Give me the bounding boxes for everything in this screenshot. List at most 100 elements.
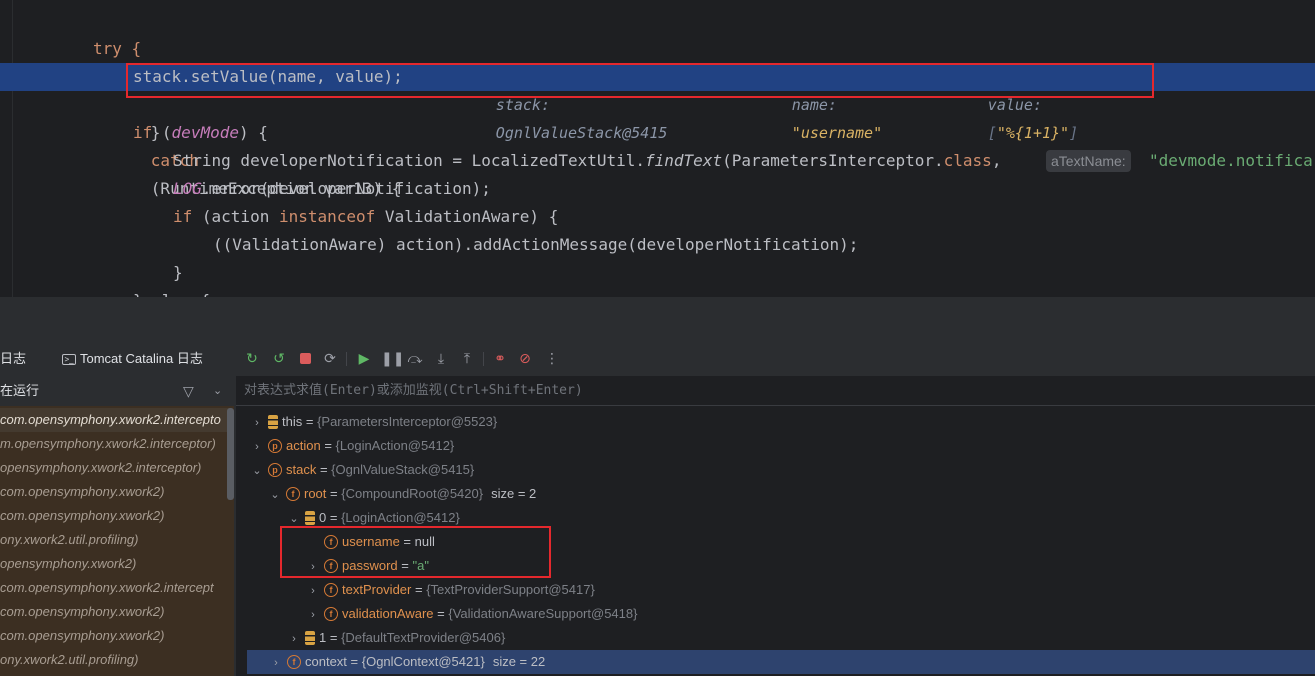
variable-type: {ParametersInterceptor@5523} (317, 414, 498, 429)
equals-sign: = (346, 654, 362, 669)
code-line-add-message[interactable]: ((ValidationAware) action).addActionMess… (0, 231, 1315, 259)
frame-item[interactable]: com.opensymphony.xwork2.intercepto (0, 408, 230, 432)
frame-item[interactable]: ony.xwork2.util.profiling) (0, 528, 230, 552)
mute-breakpoints-icon[interactable]: ⊘ (516, 350, 534, 368)
frame-item[interactable]: com.opensymphony.xwork2) (0, 480, 230, 504)
variable-row-username[interactable]: f username = null (306, 530, 435, 554)
variable-row-text-provider[interactable]: › f textProvider = {TextProviderSupport@54… (306, 578, 595, 602)
filter-icon[interactable]: ▽ (183, 376, 194, 406)
toolbar-separator (346, 352, 347, 366)
frame-item[interactable]: opensymphony.xwork2.interceptor) (0, 456, 230, 480)
chevron-right-icon[interactable]: › (250, 411, 264, 435)
chevron-right-icon[interactable]: › (287, 627, 301, 651)
chevron-down-icon[interactable]: ⌄ (287, 507, 301, 531)
variable-row-index-0[interactable]: ⌄ 0 = {LoginAction@5412} (287, 506, 459, 531)
frame-item[interactable]: opensymphony.xwork2) (0, 552, 230, 576)
field-icon: f (287, 654, 301, 669)
chevron-right-icon[interactable]: › (306, 579, 320, 603)
variable-row-root[interactable]: ⌄ f root = {CompoundRoot@5420} size = 2 (268, 482, 536, 506)
variable-row-this[interactable]: › this = {ParametersInterceptor@5523} (250, 410, 497, 434)
restart-icon[interactable]: ↺ (270, 350, 288, 368)
add-message-code: ((ValidationAware) action).addActionMess… (213, 235, 859, 254)
variable-row-stack[interactable]: ⌄ p stack = {OgnlValueStack@5415} (250, 458, 474, 482)
chevron-right-icon[interactable]: › (269, 651, 283, 675)
variable-value: null (414, 534, 435, 549)
variable-row-context[interactable]: › f context = {OgnlContext@5421} size = 22 (247, 650, 1315, 674)
chevron-right-icon[interactable]: › (250, 435, 264, 459)
if-close: ) { (238, 123, 268, 142)
frames-scrollbar[interactable] (227, 408, 234, 500)
equals-sign: = (411, 582, 427, 597)
code-line-execution-point[interactable]: stack.setValue(name, value); stack: Ognl… (0, 63, 1315, 142)
frame-item[interactable]: com.opensymphony.xwork2.intercept (0, 576, 230, 600)
variable-name: username (342, 534, 400, 549)
else-line: } else { (133, 287, 210, 297)
chevron-down-icon[interactable]: ⌄ (213, 376, 222, 406)
chevron-down-icon[interactable]: ⌄ (250, 459, 264, 483)
class-keyword: class (943, 151, 992, 170)
step-into-icon[interactable]: ⤓ (432, 350, 450, 368)
chevron-down-icon[interactable]: ⌄ (268, 483, 282, 507)
chevron-right-icon[interactable]: › (306, 603, 320, 627)
frame-item[interactable]: ony.xwork2.util.profiling) (0, 648, 230, 672)
debug-toolbar: 日志 >_ Tomcat Catalina 日志 ↻ ↺ ⟳ ▶ ❚❚ ⤼ ⤓ ⤒… (0, 342, 1315, 376)
code-line-else[interactable]: } else { (0, 287, 1315, 297)
if2-keyword: if (173, 207, 193, 226)
field-icon: f (324, 606, 338, 621)
tool-window-header-gap (0, 297, 1315, 342)
variable-row-password[interactable]: › f password = "a" (306, 554, 429, 578)
frame-item[interactable]: com.opensymphony.xwork2) (0, 504, 230, 528)
if-keyword: if (133, 123, 153, 142)
variable-value: "a" (412, 558, 429, 573)
variable-value: {OgnlContext@5421} (361, 654, 485, 669)
tab-log[interactable]: 日志 (0, 342, 26, 376)
variable-row-action[interactable]: › p action = {LoginAction@5412} (250, 434, 454, 458)
variable-type: {ValidationAwareSupport@5418} (448, 606, 638, 621)
variable-row-validation-aware[interactable]: › f validationAware = {ValidationAwareSupp… (306, 602, 637, 626)
instanceof-keyword: instanceof (278, 207, 376, 226)
code-line-if-devmode[interactable]: if (devMode) { (0, 119, 1315, 147)
pause-icon[interactable]: ❚❚ (381, 350, 404, 368)
rerun-icon[interactable]: ↻ (243, 350, 261, 368)
more-icon[interactable]: ⋮ (543, 350, 561, 368)
stop-icon[interactable] (296, 350, 314, 368)
try-keyword: try { (93, 39, 142, 58)
refresh-icon[interactable]: ⟳ (321, 350, 339, 368)
variable-size: size = 2 (491, 486, 537, 501)
terminal-icon: >_ (62, 354, 76, 366)
frame-item[interactable]: m.opensymphony.xwork2.interceptor) (0, 432, 230, 456)
equals-sign: = (397, 558, 413, 573)
stack-variable-icon (268, 414, 278, 429)
variable-name: action (286, 438, 321, 453)
evaluate-expression-input[interactable]: 对表达式求值(Enter)或添加监视(Ctrl+Shift+Enter) (236, 376, 1315, 406)
equals-sign: = (302, 414, 318, 429)
code-line-catch[interactable]: } catch (RuntimeException var13) { (0, 91, 1315, 198)
code-line-try[interactable]: try { (0, 35, 1315, 63)
variable-row-index-1[interactable]: › 1 = {DefaultTextProvider@5406} (287, 626, 505, 650)
view-breakpoints-icon[interactable]: ⚭ (491, 350, 509, 368)
variable-type: {TextProviderSupport@5417} (426, 582, 595, 597)
equals-sign: = (326, 510, 342, 525)
step-over-icon[interactable]: ⤼ (406, 350, 424, 368)
dev-line-part1: String developerNotification = Localized… (173, 151, 646, 170)
field-icon: f (324, 558, 338, 573)
code-line-log[interactable]: LOG.error(developerNotification); (0, 175, 1315, 203)
dev-line-part2: (ParametersInterceptor. (722, 151, 944, 170)
variable-name: root (304, 486, 327, 501)
if2-part-a: (action (192, 207, 279, 226)
resume-icon[interactable]: ▶ (355, 350, 373, 368)
if-open-paren: ( (161, 123, 172, 142)
variable-name: context (305, 654, 347, 669)
variable-name: validationAware (342, 606, 434, 621)
step-out-icon[interactable]: ⤒ (458, 350, 476, 368)
code-line-developer-notification[interactable]: String developerNotification = Localized… (0, 147, 1315, 175)
frame-item[interactable]: com.opensymphony.xwork2) (0, 624, 230, 648)
code-line-close-brace[interactable]: } (0, 259, 1315, 287)
log-call: .error(developerNotification); (201, 179, 491, 198)
tab-tomcat-catalina-log[interactable]: >_ Tomcat Catalina 日志 (62, 342, 203, 376)
chevron-right-icon[interactable]: › (306, 555, 320, 579)
code-editor[interactable]: try { stack.setValue(name, value); stack… (0, 0, 1315, 297)
frame-item[interactable]: com.opensymphony.xwork2) (0, 600, 230, 624)
code-line-if-instanceof[interactable]: if (action instanceof ValidationAware) { (0, 203, 1315, 231)
variable-size: size = 22 (492, 654, 546, 669)
